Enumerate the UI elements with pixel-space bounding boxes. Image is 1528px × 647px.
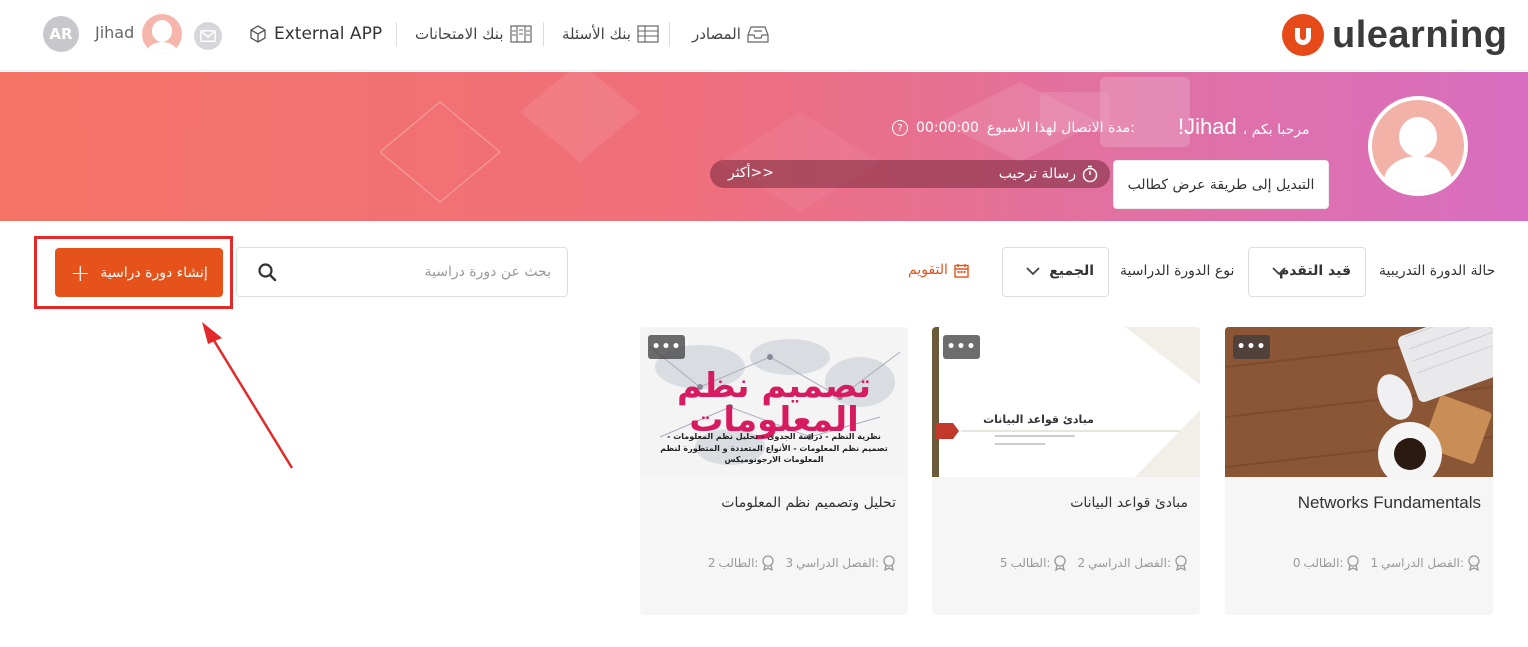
welcome-greeting: مرحبا بكم ، Jihad! [1178, 114, 1309, 140]
course-meta: 2 الطالب: 3 الفصل الدراسي: [708, 555, 896, 571]
students-count: 2 الطالب: [708, 555, 776, 571]
cube-icon [250, 25, 266, 43]
nav-question-bank[interactable]: بنك الأسئلة [562, 22, 659, 46]
course-menu-button[interactable]: ••• [648, 335, 685, 359]
online-time-label: مدة الاتصال لهذا الأسبوع: [986, 120, 1135, 136]
create-course-label: إنشاء دورة دراسية [100, 264, 208, 281]
greeting-text: مرحبا بكم ، [1242, 122, 1310, 138]
course-type-label: نوع الدورة الدراسية [1120, 263, 1235, 279]
create-course-button[interactable]: + إنشاء دورة دراسية [55, 248, 223, 297]
inbox-icon [747, 26, 769, 43]
timer-icon [1082, 165, 1098, 183]
award-icon [1054, 555, 1067, 571]
calendar-label: التقويم [908, 262, 948, 278]
award-icon [1175, 555, 1187, 571]
course-status-label: حالة الدورة التدريبية [1379, 263, 1496, 279]
semester-info: 1 الفصل الدراسي: [1370, 555, 1481, 571]
ulearning-logo[interactable]: ulearning [1282, 12, 1508, 58]
nav-resources[interactable]: المصادر [692, 22, 769, 46]
chevron-down-icon [1026, 267, 1040, 276]
nav-exam-bank-label: بنك الامتحانات [415, 25, 504, 43]
nav-external-app-label: External APP [274, 24, 383, 44]
ulearning-logo-mark [1282, 14, 1324, 56]
user-name[interactable]: Jihad [95, 23, 134, 42]
course-search-input[interactable] [301, 260, 551, 284]
thumbnail-subtitle: نظرية النظم - دراسة الجدوى - تحليل نظم ا… [660, 432, 888, 465]
course-title[interactable]: مبادئ قواعد البيانات [1070, 495, 1188, 511]
weekly-online-time: ? 00:00:00 مدة الاتصال لهذا الأسبوع: [892, 120, 1135, 136]
welcome-message-bar: أكثر>> رسالة ترحيب [710, 160, 1110, 188]
course-type-value: الجميع [1049, 263, 1094, 279]
online-time-value: 00:00:00 [916, 120, 979, 136]
calendar-link[interactable]: التقويم [908, 262, 969, 278]
students-count: 0 الطالب: [1293, 555, 1361, 571]
course-menu-button[interactable]: ••• [943, 335, 980, 359]
ulearning-logo-text: ulearning [1332, 13, 1508, 56]
thumbnail-title: تصميم نظم المعلومات [677, 366, 872, 440]
nav-question-bank-label: بنك الأسئلة [562, 25, 631, 43]
chevron-down-icon [1272, 267, 1286, 276]
award-icon [1468, 555, 1480, 571]
annotation-arrow-icon [202, 322, 294, 469]
students-count: 5 الطالب: [1000, 555, 1068, 571]
question-bank-icon [637, 25, 659, 43]
mail-icon[interactable] [194, 22, 222, 50]
course-thumbnail: ••• [1225, 327, 1493, 477]
welcome-message-label: رسالة ترحيب [998, 166, 1076, 182]
more-link[interactable]: أكثر>> [728, 165, 774, 181]
course-thumbnail: تصميم نظم المعلومات نظرية النظم - دراسة … [640, 327, 908, 477]
nav-external-app[interactable]: External APP [248, 22, 382, 46]
course-card[interactable]: ••• Networks Fundamentals 0 الطالب: 1 الفص… [1225, 327, 1493, 615]
semester-info: 2 الفصل الدراسي: [1077, 555, 1188, 571]
semester-info: 3 الفصل الدراسي: [785, 555, 896, 571]
welcome-message[interactable]: رسالة ترحيب [999, 165, 1098, 183]
course-thumbnail: مبادئ قواعد البيانات ••• [932, 327, 1200, 477]
course-status-select[interactable]: قيد التقدم [1248, 247, 1366, 297]
banner-decoration [380, 72, 1190, 212]
course-meta: 5 الطالب: 2 الفصل الدراسي: [1000, 555, 1188, 571]
avatar-initials[interactable]: AR [43, 16, 79, 52]
course-status-value: قيد التقدم [1278, 263, 1351, 279]
award-icon [1347, 555, 1360, 571]
course-card[interactable]: تصميم نظم المعلومات نظرية النظم - دراسة … [640, 327, 908, 615]
switch-to-student-view-button[interactable]: التبديل إلى طريقة عرض كطالب [1113, 160, 1329, 209]
course-menu-button[interactable]: ••• [1233, 335, 1270, 359]
top-navigation-bar: AR Jihad External APP بنك الامتحانات بنك… [0, 0, 1528, 71]
exam-bank-icon [509, 25, 532, 43]
nav-exam-bank[interactable]: بنك الامتحانات [415, 22, 532, 46]
course-search [236, 247, 568, 297]
help-icon[interactable]: ? [892, 120, 908, 136]
thumbnail-title: مبادئ قواعد البيانات [983, 413, 1094, 426]
course-type-select[interactable]: الجميع [1002, 247, 1109, 297]
search-icon[interactable] [257, 262, 277, 282]
user-avatar[interactable] [142, 14, 182, 54]
award-icon [883, 555, 895, 571]
course-title[interactable]: Networks Fundamentals [1298, 493, 1481, 513]
nav-resources-label: المصادر [692, 25, 741, 43]
profile-avatar[interactable] [1368, 96, 1468, 196]
course-meta: 0 الطالب: 1 الفصل الدراسي: [1293, 555, 1481, 571]
course-card[interactable]: مبادئ قواعد البيانات ••• مبادئ قواعد الب… [932, 327, 1200, 615]
greeting-user-name: Jihad! [1178, 114, 1237, 139]
welcome-banner: مرحبا بكم ، Jihad! ? 00:00:00 مدة الاتصا… [0, 72, 1528, 221]
calendar-icon [954, 263, 969, 278]
award-icon [762, 555, 775, 571]
course-title[interactable]: تحليل وتصميم نظم المعلومات [721, 495, 896, 511]
plus-icon: + [70, 258, 91, 287]
